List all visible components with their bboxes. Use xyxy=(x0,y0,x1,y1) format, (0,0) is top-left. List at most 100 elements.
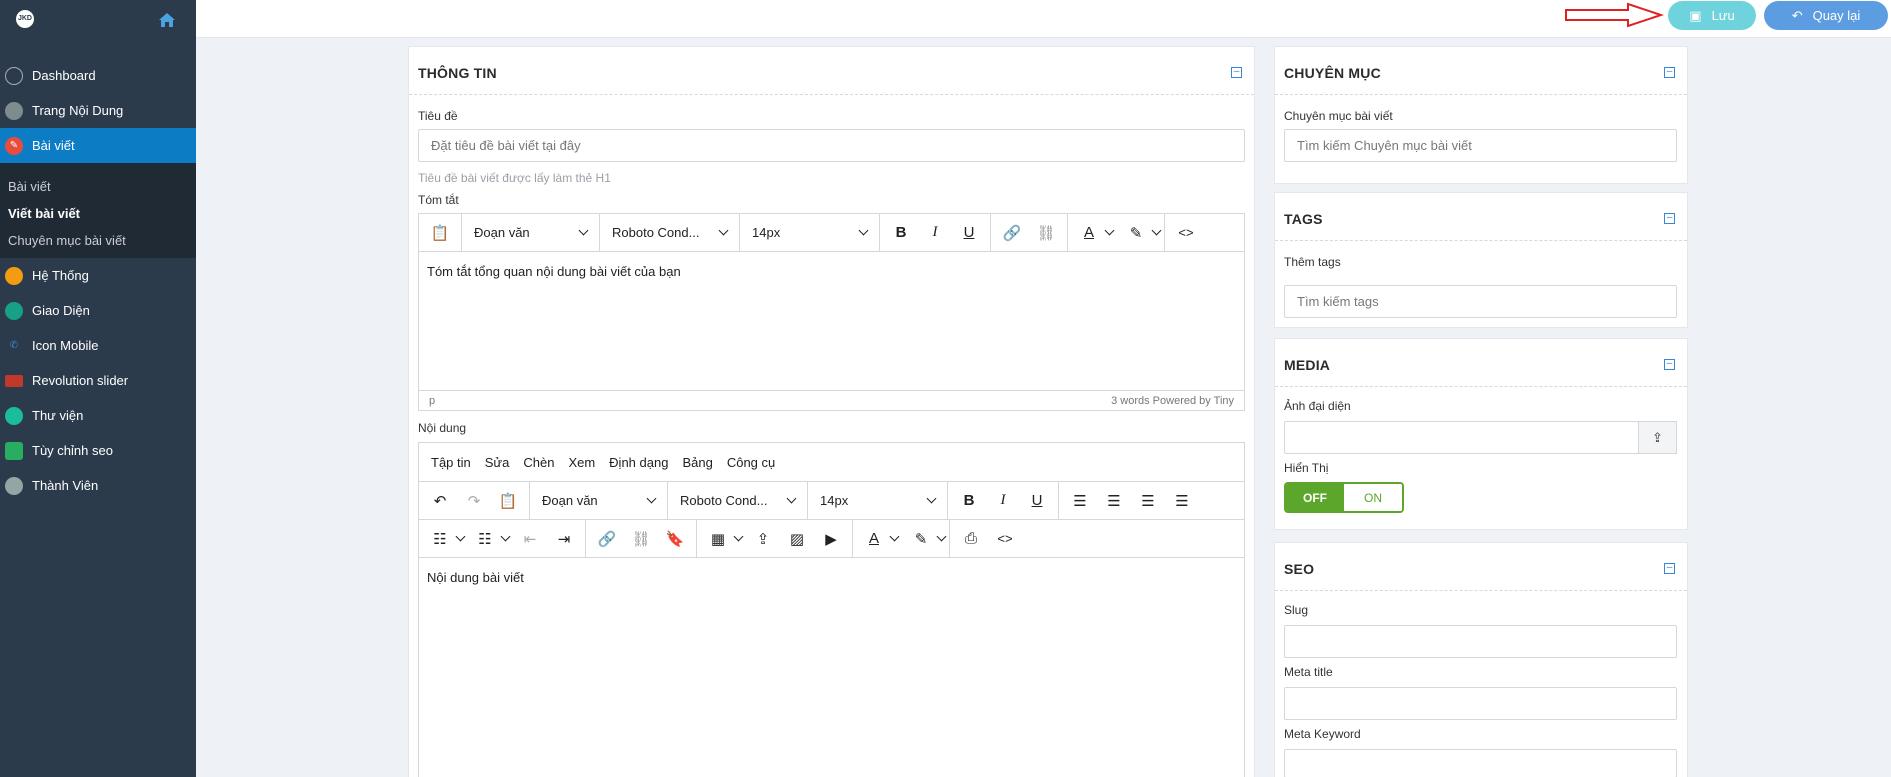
size-select[interactable]: 14px xyxy=(808,482,948,519)
meta-keyword-input[interactable] xyxy=(1284,749,1677,777)
back-button[interactable]: ↶ Quay lại xyxy=(1764,1,1888,30)
highlight-icon[interactable]: ✎ xyxy=(904,524,938,554)
submenu-item-write-post[interactable]: Viết bài viết xyxy=(0,200,196,227)
chevron-down-icon xyxy=(718,225,729,236)
category-panel: CHUYÊN MỤC – Chuyên mục bài viết Tìm kiế… xyxy=(1274,46,1688,184)
chevron-down-icon[interactable] xyxy=(1104,225,1115,236)
save-button[interactable]: ▣ Lưu xyxy=(1668,1,1756,30)
format-select[interactable]: Đoạn văn xyxy=(530,482,668,519)
unlink-icon[interactable]: ⛓ xyxy=(624,524,658,554)
meta-title-input[interactable] xyxy=(1284,687,1677,720)
sidebar-item-library[interactable]: Thư viện xyxy=(0,398,196,433)
paste-icon[interactable]: 📋 xyxy=(491,486,525,516)
title-input[interactable]: Đặt tiêu đề bài viết tại đây xyxy=(418,129,1245,162)
italic-icon[interactable]: I xyxy=(986,486,1020,516)
underline-icon[interactable]: U xyxy=(952,218,986,248)
sidebar-item-members[interactable]: Thành Viên xyxy=(0,468,196,503)
font-select[interactable]: Roboto Cond... xyxy=(668,482,808,519)
sidebar-item-label: Dashboard xyxy=(32,68,96,83)
chevron-down-icon[interactable] xyxy=(500,531,511,542)
numbered-list-icon[interactable]: ☷ xyxy=(468,524,502,554)
indent-icon[interactable]: ⇥ xyxy=(547,524,581,554)
highlight-icon[interactable]: ✎ xyxy=(1119,218,1153,248)
collapse-icon[interactable]: – xyxy=(1231,67,1242,78)
display-label: Hiển Thị xyxy=(1284,461,1329,475)
outdent-icon[interactable]: ⇤ xyxy=(513,524,547,554)
sidebar-item-dashboard[interactable]: Dashboard xyxy=(0,58,196,93)
sidebar-menu: Dashboard Trang Nội Dung ✎ Bài viết Bài … xyxy=(0,58,196,503)
align-center-icon[interactable]: ☰ xyxy=(1097,486,1131,516)
chevron-down-icon xyxy=(858,225,869,236)
sidebar-item-system[interactable]: Hệ Thống xyxy=(0,258,196,293)
sidebar-item-revolution-slider[interactable]: Revolution slider xyxy=(0,363,196,398)
format-select[interactable]: Đoạn văn xyxy=(462,214,600,251)
collapse-icon[interactable]: – xyxy=(1664,213,1675,224)
bullet-list-icon[interactable]: ☷ xyxy=(423,524,457,554)
menu-format[interactable]: Định dạng xyxy=(609,455,668,470)
style-group: B I U xyxy=(880,214,991,251)
source-code-icon[interactable]: <> xyxy=(1169,218,1203,248)
undo-icon[interactable]: ↶ xyxy=(423,486,457,516)
paste-icon[interactable]: 📋 xyxy=(423,218,457,248)
media-icon[interactable]: ▶ xyxy=(814,524,848,554)
bulb-icon xyxy=(5,441,23,460)
sidebar-item-theme[interactable]: Giao Diện xyxy=(0,293,196,328)
font-select[interactable]: Roboto Cond... xyxy=(600,214,740,251)
collapse-icon[interactable]: – xyxy=(1664,563,1675,574)
sidebar-item-pages[interactable]: Trang Nội Dung xyxy=(0,93,196,128)
tags-panel-header: TAGS – xyxy=(1275,193,1687,241)
chevron-down-icon[interactable] xyxy=(733,531,744,542)
slug-input[interactable] xyxy=(1284,625,1677,658)
featured-image-input[interactable] xyxy=(1284,421,1639,454)
category-search-input[interactable]: Tìm kiếm Chuyên mục bài viết xyxy=(1284,129,1677,162)
link-icon[interactable]: 🔗 xyxy=(995,218,1029,248)
align-right-icon[interactable]: ☰ xyxy=(1131,486,1165,516)
sidebar-item-icon-mobile[interactable]: ✆ Icon Mobile xyxy=(0,328,196,363)
unlink-icon[interactable]: ⛓ xyxy=(1029,218,1063,248)
logo[interactable]: JKD xyxy=(16,10,34,28)
summary-editor-body[interactable]: Tóm tắt tổng quan nội dung bài viết của … xyxy=(419,252,1244,291)
menu-view[interactable]: Xem xyxy=(568,455,595,470)
home-icon[interactable] xyxy=(158,12,176,28)
tags-panel-title: TAGS xyxy=(1284,211,1323,227)
source-code-icon[interactable]: <> xyxy=(988,524,1022,554)
bold-icon[interactable]: B xyxy=(884,218,918,248)
submenu-item-post-categories[interactable]: Chuyên mục bài viết xyxy=(0,227,196,254)
submenu-item-posts[interactable]: Bài viết xyxy=(0,173,196,200)
sidebar-item-seo[interactable]: Tùy chỉnh seo xyxy=(0,433,196,468)
chevron-down-icon[interactable] xyxy=(455,531,466,542)
chevron-down-icon[interactable] xyxy=(1151,225,1162,236)
collapse-icon[interactable]: – xyxy=(1664,359,1675,370)
tags-search-input[interactable]: Tìm kiếm tags xyxy=(1284,285,1677,318)
image-icon[interactable]: ▨ xyxy=(780,524,814,554)
link-icon[interactable]: 🔗 xyxy=(590,524,624,554)
bookmark-icon[interactable]: 🔖 xyxy=(658,524,692,554)
chevron-down-icon[interactable] xyxy=(936,531,947,542)
print-icon[interactable]: ⎙ xyxy=(954,524,988,554)
menu-edit[interactable]: Sửa xyxy=(485,455,510,470)
upload-icon[interactable]: ⇪ xyxy=(1638,421,1677,454)
table-icon[interactable]: ▦ xyxy=(701,524,735,554)
menu-file[interactable]: Tập tin xyxy=(431,455,471,470)
content-toolbar-row-2: ☷ ☷ ⇤ ⇥ 🔗 ⛓ 🔖 ▦ ⇪ ▨ ▶ A ✎ ⎙ <> xyxy=(419,520,1244,558)
content-editor: Tập tin Sửa Chèn Xem Định dạng Bảng Công… xyxy=(418,442,1245,777)
redo-icon[interactable]: ↷ xyxy=(457,486,491,516)
text-color-icon[interactable]: A xyxy=(1072,218,1106,248)
menu-tools[interactable]: Công cụ xyxy=(727,455,775,470)
bold-icon[interactable]: B xyxy=(952,486,986,516)
text-color-icon[interactable]: A xyxy=(857,524,891,554)
media-panel-header: MEDIA – xyxy=(1275,339,1687,387)
collapse-icon[interactable]: – xyxy=(1664,67,1675,78)
upload-image-icon[interactable]: ⇪ xyxy=(746,524,780,554)
italic-icon[interactable]: I xyxy=(918,218,952,248)
display-toggle[interactable]: OFF ON xyxy=(1284,482,1404,513)
size-select[interactable]: 14px xyxy=(740,214,880,251)
align-left-icon[interactable]: ☰ xyxy=(1063,486,1097,516)
underline-icon[interactable]: U xyxy=(1020,486,1054,516)
content-editor-body[interactable]: Nội dung bài viết xyxy=(419,558,1244,597)
align-justify-icon[interactable]: ☰ xyxy=(1165,486,1199,516)
menu-insert[interactable]: Chèn xyxy=(523,455,554,470)
menu-table[interactable]: Bảng xyxy=(682,455,712,470)
sidebar-item-posts[interactable]: ✎ Bài viết xyxy=(0,128,196,163)
chevron-down-icon[interactable] xyxy=(889,531,900,542)
